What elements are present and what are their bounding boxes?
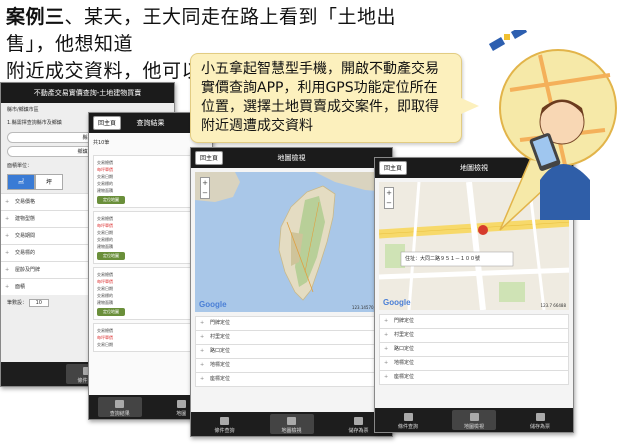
screen-title: 不動產交易實價查詢-土地建物買賣 [33, 89, 142, 97]
address-label: 住址：大同二路９５１－１００號 [405, 256, 481, 262]
card-line: 每坪單價 [97, 223, 113, 228]
satellite-icon [488, 30, 528, 51]
screen-title: 地圖檢視 [277, 154, 306, 162]
locate-map-button[interactable]: 定位地圖 [97, 196, 125, 204]
search-icon [403, 413, 413, 421]
card-line: 交易標的 [97, 237, 113, 242]
bottom-tabbar: 條件查詢 地圖檢視 儲存為票 [375, 408, 573, 432]
locate-map-button[interactable]: 定位地圖 [97, 308, 125, 316]
screen-title: 查詢結果 [136, 119, 165, 127]
card-line: 交易總價 [97, 328, 113, 333]
headline-bold: 案例三 [6, 6, 65, 28]
home-button[interactable]: 回主頁 [93, 116, 122, 130]
card-line: 交易標的 [97, 181, 113, 186]
card-line: 交易日期 [97, 174, 113, 179]
locate-option[interactable]: 門牌定位 [379, 314, 569, 329]
card-line: 每坪單價 [97, 279, 113, 284]
map-icon [287, 417, 296, 425]
taiwan-map [195, 172, 388, 301]
card-line: 交易日期 [97, 342, 113, 347]
tab-condition-query[interactable]: 條件查詢 [203, 414, 247, 434]
card-line: 交易總價 [97, 272, 113, 277]
unit-ping-button[interactable]: 坪 [35, 174, 63, 190]
locate-option[interactable]: 村里定位 [379, 328, 569, 343]
top-bar: 不動產交易實價查詢-土地建物買賣 [1, 83, 174, 103]
tab-results[interactable]: 查詢結果 [97, 397, 142, 417]
map-view[interactable]: + − Google 123.14570, 24.6 [195, 172, 388, 312]
home-button[interactable]: 回主頁 [379, 161, 408, 175]
google-logo: Google [199, 300, 227, 309]
home-button[interactable]: 回主頁 [195, 151, 224, 165]
locate-option[interactable]: 地標定位 [379, 356, 569, 371]
locate-options: 門牌定位 村里定位 路口定位 地標定位 座標定位 [191, 316, 392, 387]
tab-condition-query[interactable]: 條件查詢 [386, 410, 430, 430]
count-label: 筆數設： [7, 300, 28, 306]
locate-option[interactable]: 座標定位 [195, 372, 388, 387]
character-illustration [488, 30, 617, 231]
card-line: 交易標的 [97, 293, 113, 298]
locate-option[interactable]: 門牌定位 [195, 316, 388, 331]
unit-toggle[interactable]: ㎡ 坪 [7, 174, 63, 190]
locate-option[interactable]: 路口定位 [195, 344, 388, 359]
count-input[interactable]: 10 [28, 299, 49, 307]
zoom-control[interactable]: + − [384, 187, 394, 209]
list-icon [115, 400, 125, 408]
locate-option[interactable]: 村里定位 [195, 330, 388, 345]
card-line: 每坪單價 [97, 335, 113, 340]
headline-line1: 、某天，王大同走在路上看到「土地出售」，他想知道 [6, 6, 397, 55]
map-icon [469, 413, 479, 421]
tab-map-view[interactable]: 地圖檢視 [452, 410, 496, 430]
card-line: 建物面積 [97, 300, 113, 305]
locate-option[interactable]: 地標定位 [195, 358, 388, 373]
phone-screen-map-overview: 回主頁 地圖檢視 +− Google 123.14570, 24.6 門牌定位 … [190, 147, 393, 437]
save-icon [535, 413, 545, 421]
locate-option[interactable]: 路口定位 [379, 342, 569, 357]
zoom-control[interactable]: + − [200, 177, 210, 199]
unit-sqm-button[interactable]: ㎡ [7, 174, 35, 190]
card-line: 每坪單價 [97, 167, 113, 172]
top-bar: 回主頁 地圖檢視 [191, 148, 392, 168]
save-icon [354, 417, 363, 425]
tab-map-view[interactable]: 地圖檢視 [269, 414, 314, 434]
card-line: 交易日期 [97, 230, 113, 235]
locate-options: 門牌定位 村里定位 路口定位 地標定位 座標定位 [375, 314, 573, 385]
search-icon [220, 417, 229, 425]
bottom-tabbar: 條件查詢 地圖檢視 儲存為票 [191, 412, 392, 436]
tab-save[interactable]: 儲存為票 [518, 410, 562, 430]
google-logo: Google [383, 298, 411, 307]
card-line: 建物面積 [97, 244, 113, 249]
map-coordinates: 123.7 66488 [540, 303, 566, 308]
card-line: 交易總價 [97, 160, 113, 165]
map-icon [176, 400, 186, 408]
card-line: 交易日期 [97, 286, 113, 291]
card-line: 建物面積 [97, 188, 113, 193]
locate-map-button[interactable]: 定位地圖 [97, 252, 125, 260]
locate-option[interactable]: 座標定位 [379, 370, 569, 385]
card-line: 交易總價 [97, 216, 113, 221]
callout-bubble: 小五拿起智慧型手機，開啟不動產交易實價查詢APP，利用GPS功能定位所在位置，選… [190, 53, 479, 143]
